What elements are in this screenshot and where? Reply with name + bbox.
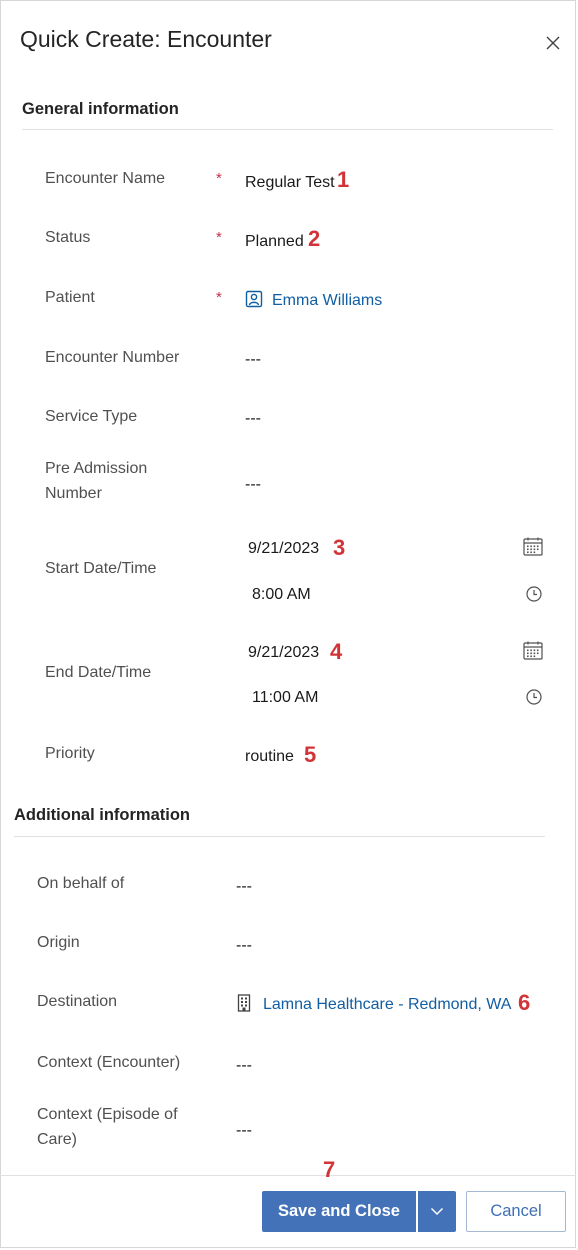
on-behalf-of-field[interactable]: --- — [236, 877, 252, 897]
annotation-badge: 2 — [308, 226, 321, 251]
patient-link[interactable]: Emma Williams — [272, 291, 382, 311]
annotation-badge: 6 — [518, 990, 531, 1015]
cancel-button[interactable]: Cancel — [466, 1191, 566, 1232]
patient-label: Patient — [45, 289, 95, 306]
destination-label: Destination — [37, 993, 118, 1010]
encounter-name-field[interactable]: Regular Test — [245, 173, 335, 193]
start-time-field[interactable]: 8:00 AM — [252, 585, 311, 605]
end-date-field[interactable]: 9/21/2023 — [248, 643, 319, 663]
context-episode-label-line2: Care) — [37, 1131, 78, 1148]
section-divider — [22, 129, 553, 130]
required-marker: * — [216, 229, 222, 246]
pre-admission-field[interactable]: --- — [245, 475, 261, 495]
annotation-badge: 4 — [330, 639, 343, 664]
priority-label: Priority — [45, 745, 95, 762]
chevron-down-icon — [430, 1207, 444, 1216]
on-behalf-of-label: On behalf of — [37, 875, 125, 892]
section-divider — [14, 836, 545, 837]
end-datetime-label: End Date/Time — [45, 664, 152, 681]
building-icon — [237, 994, 251, 1012]
clock-icon[interactable] — [526, 689, 542, 705]
footer-divider — [0, 1175, 576, 1176]
context-episode-label-line1: Context (Episode of — [37, 1106, 178, 1123]
calendar-icon[interactable] — [523, 537, 543, 556]
priority-field[interactable]: routine — [245, 747, 294, 767]
context-encounter-field[interactable]: --- — [236, 1056, 252, 1076]
save-options-button[interactable] — [418, 1191, 456, 1232]
start-date-field[interactable]: 9/21/2023 — [248, 539, 319, 559]
annotation-badge: 7 — [323, 1157, 336, 1182]
annotation-badge: 1 — [337, 167, 350, 192]
required-marker: * — [216, 170, 222, 187]
dialog-title: Quick Create: Encounter — [20, 26, 272, 52]
section-general-heading: General information — [22, 100, 179, 118]
pre-admission-label-line1: Pre Admission — [45, 460, 148, 477]
encounter-name-label: Encounter Name — [45, 170, 166, 187]
service-type-field[interactable]: --- — [245, 409, 261, 429]
status-label: Status — [45, 229, 91, 246]
annotation-badge: 5 — [304, 742, 317, 767]
save-and-close-button[interactable]: Save and Close — [262, 1191, 416, 1232]
status-field[interactable]: Planned — [245, 232, 304, 252]
annotation-badge: 3 — [333, 535, 346, 560]
calendar-icon[interactable] — [523, 641, 543, 660]
close-icon[interactable] — [543, 33, 563, 53]
encounter-number-field[interactable]: --- — [245, 350, 261, 370]
encounter-number-label: Encounter Number — [45, 349, 180, 366]
clock-icon[interactable] — [526, 586, 542, 602]
service-type-label: Service Type — [45, 408, 138, 425]
section-additional-heading: Additional information — [14, 806, 190, 824]
context-encounter-label: Context (Encounter) — [37, 1054, 181, 1071]
required-marker: * — [216, 289, 222, 306]
origin-field[interactable]: --- — [236, 936, 252, 956]
origin-label: Origin — [37, 934, 80, 951]
contact-icon — [245, 290, 263, 308]
end-time-field[interactable]: 11:00 AM — [252, 688, 318, 708]
start-datetime-label: Start Date/Time — [45, 560, 157, 577]
pre-admission-label-line2: Number — [45, 485, 102, 502]
context-episode-field[interactable]: --- — [236, 1121, 252, 1141]
destination-link[interactable]: Lamna Healthcare - Redmond, WA — [263, 995, 511, 1015]
